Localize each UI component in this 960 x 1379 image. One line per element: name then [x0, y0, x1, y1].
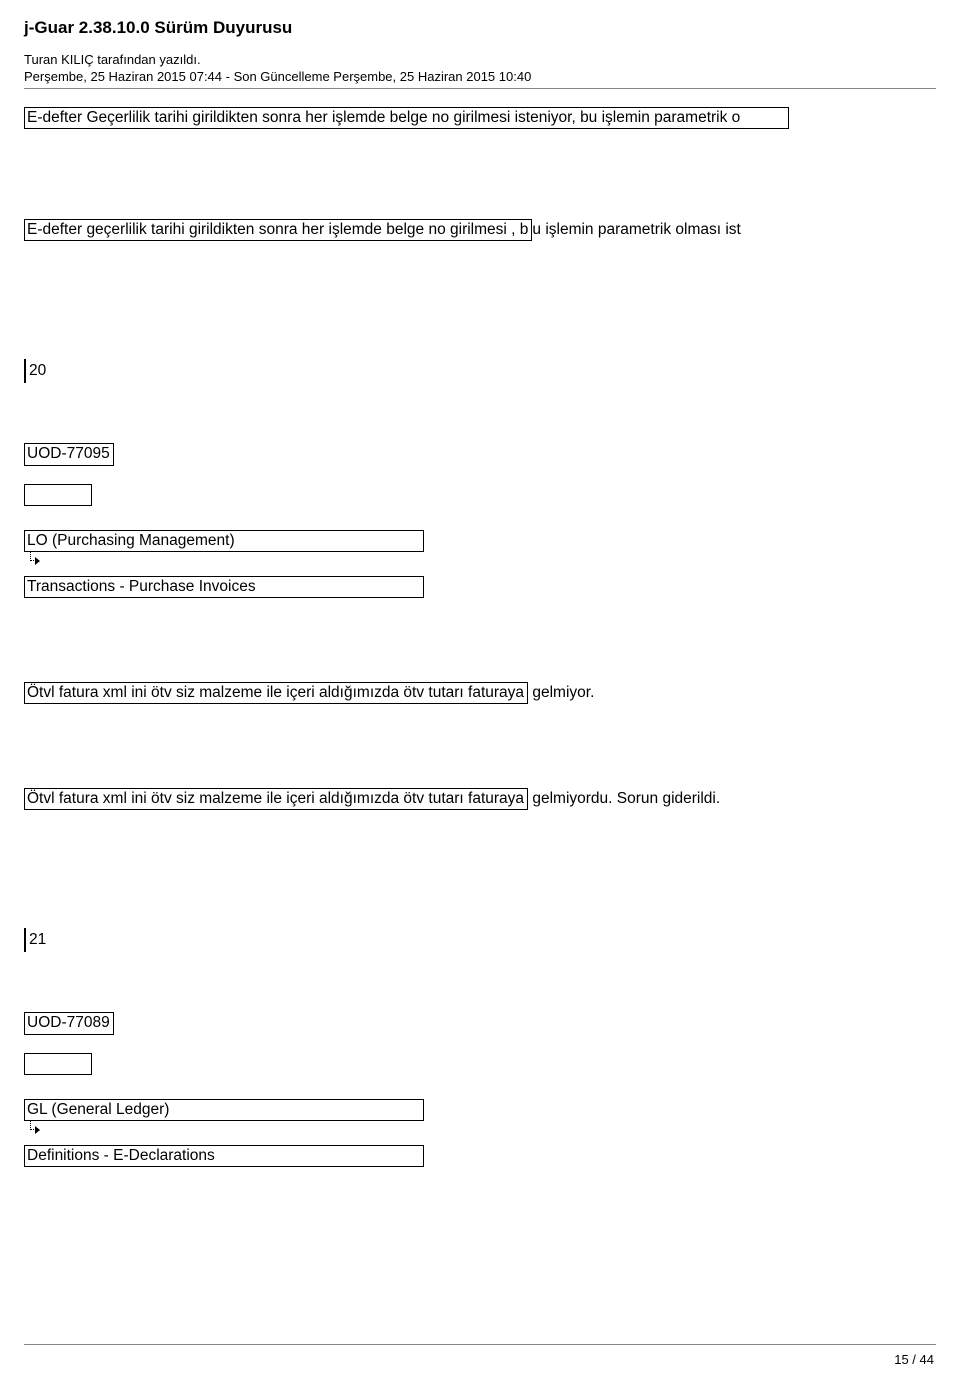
issue-desc-20: Ötvl fatura xml ini ötv siz malzeme ile …	[24, 682, 528, 704]
date-line: Perşembe, 25 Haziran 2015 07:44 - Son Gü…	[24, 69, 936, 84]
module-21: GL (General Ledger)	[24, 1099, 424, 1121]
module-20: LO (Purchasing Management)	[24, 530, 424, 552]
issue-title-1: E-defter Geçerlilik tarihi girildikten s…	[24, 107, 789, 129]
empty-box-21	[24, 1053, 92, 1075]
item-number-20: 20	[24, 359, 46, 383]
header-divider	[24, 88, 936, 89]
issue-desc-20-tail: gelmiyor.	[528, 684, 594, 701]
empty-box-20	[24, 484, 92, 506]
page-title: j-Guar 2.38.10.0 Sürüm Duyurusu	[24, 18, 936, 38]
transaction-20: Transactions - Purchase Invoices	[24, 576, 424, 598]
author-line: Turan KILIÇ tarafından yazıldı.	[24, 52, 936, 67]
arrow-icon	[30, 1123, 44, 1137]
issue-desc-1-tail: u işlemin parametrik olması ist	[532, 221, 740, 238]
footer-divider	[24, 1344, 936, 1345]
item-number-21: 21	[24, 928, 46, 952]
transaction-21: Definitions - E-Declarations	[24, 1145, 424, 1167]
issue-fix-20: Ötvl fatura xml ini ötv siz malzeme ile …	[24, 788, 528, 810]
issue-fix-20-tail: gelmiyordu. Sorun giderildi.	[528, 790, 720, 807]
page-number: 15 / 44	[894, 1352, 934, 1367]
issue-desc-1: E-defter geçerlilik tarihi girildikten s…	[24, 219, 532, 241]
arrow-icon	[30, 554, 44, 568]
issue-id-20: UOD-77095	[24, 443, 114, 465]
issue-id-21: UOD-77089	[24, 1012, 114, 1034]
